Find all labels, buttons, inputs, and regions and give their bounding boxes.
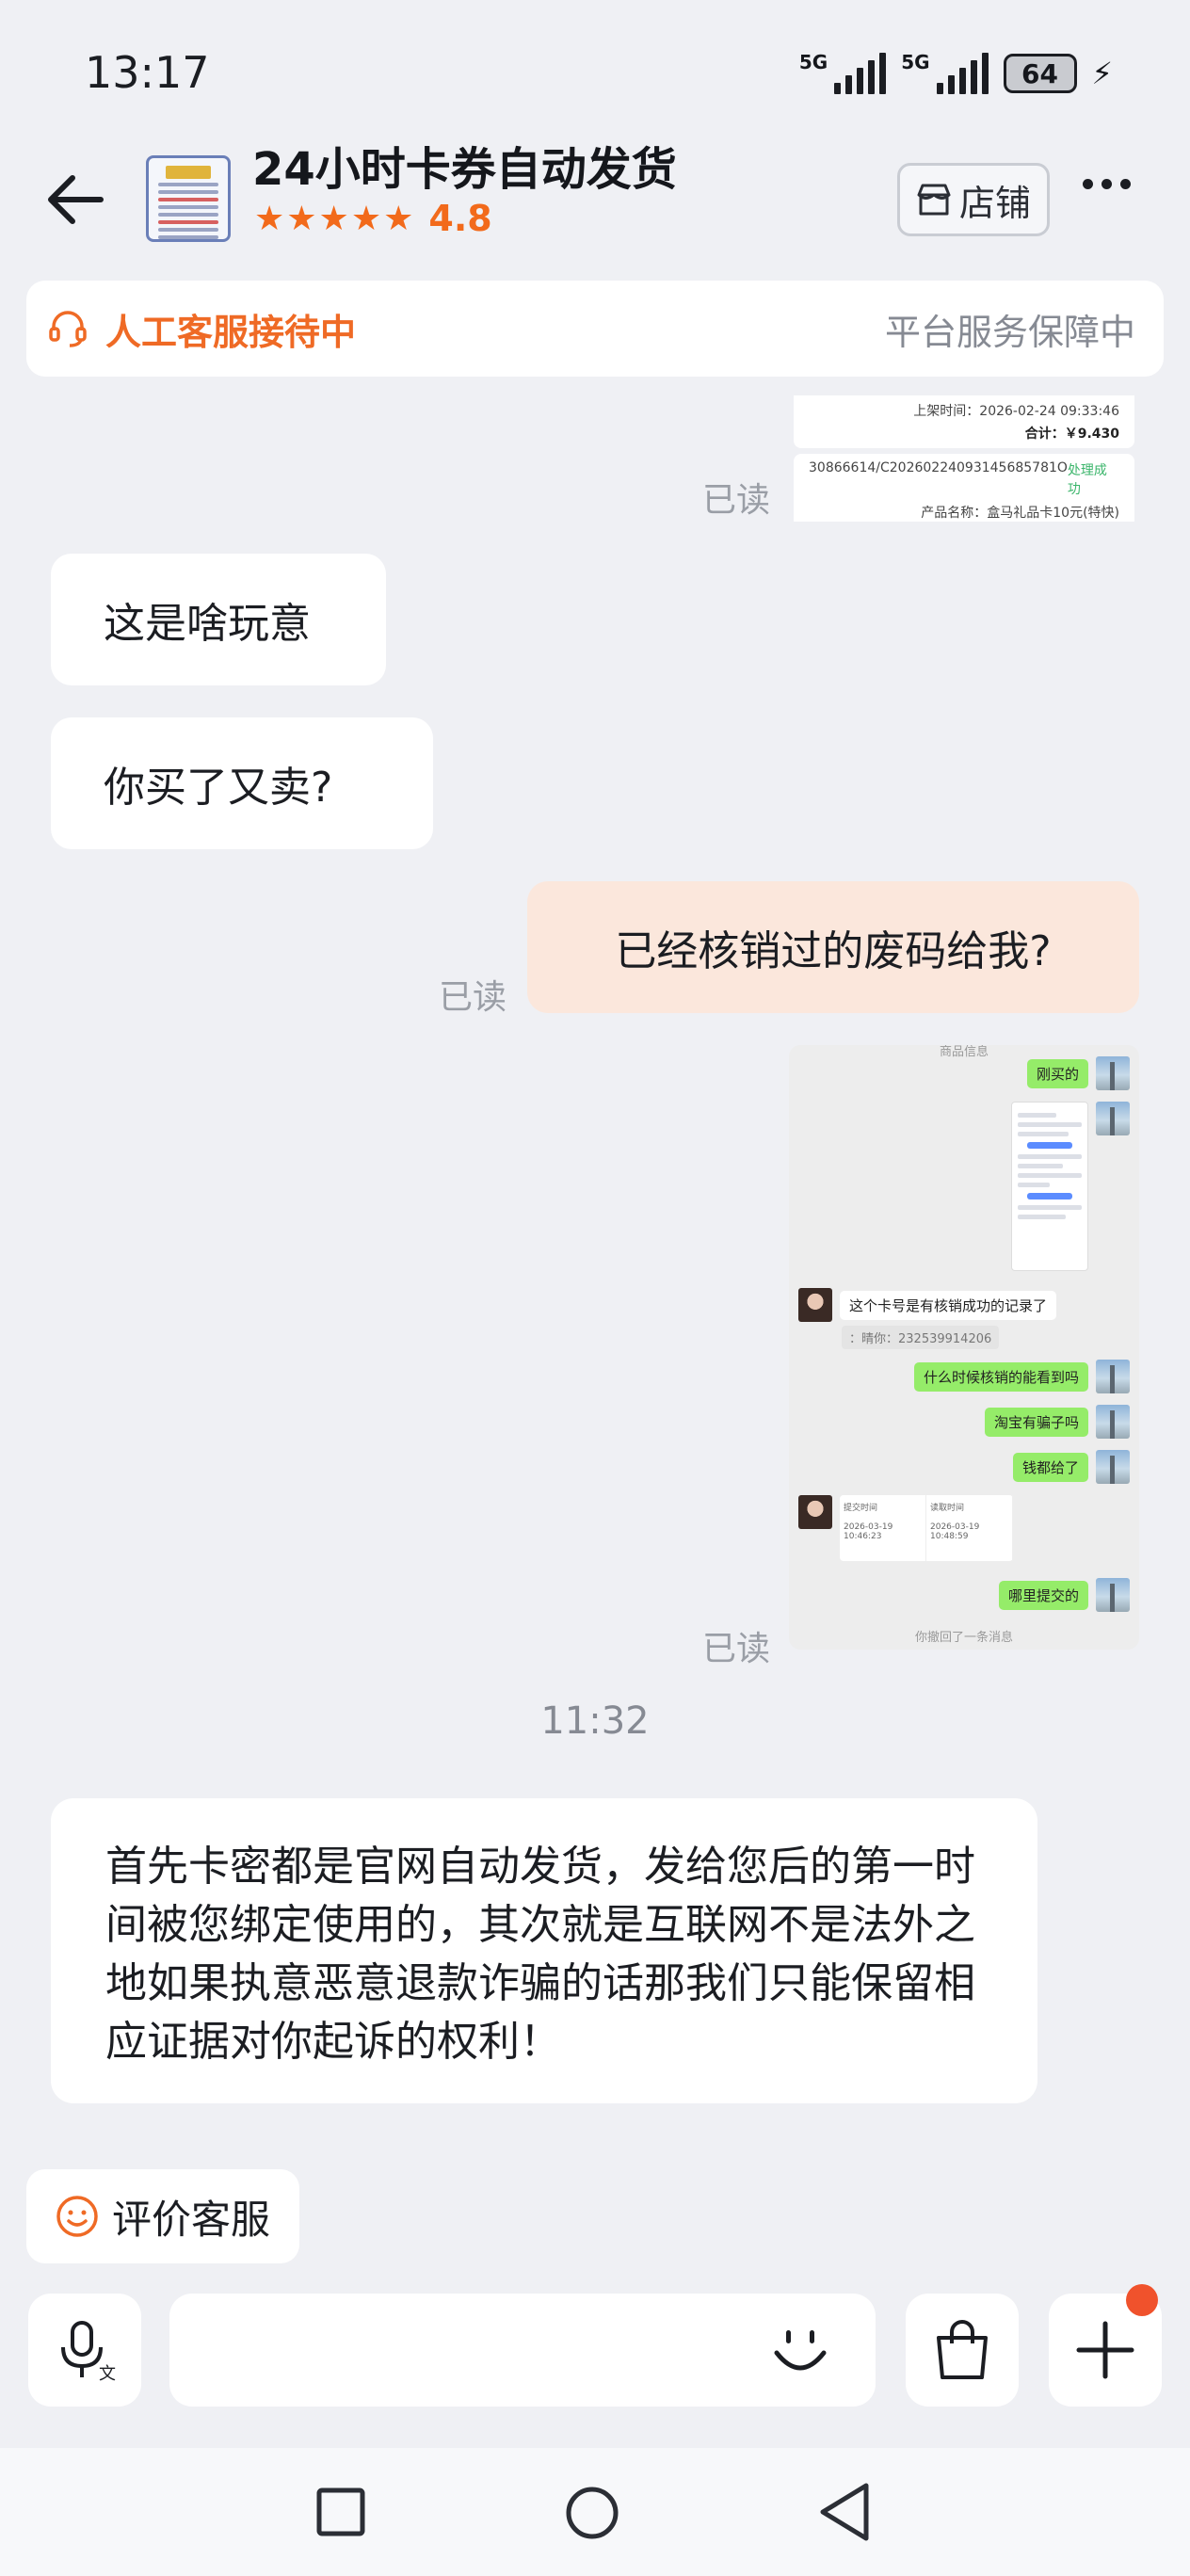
avatar xyxy=(1096,1450,1130,1484)
incoming-message[interactable]: 你买了又卖? xyxy=(51,717,433,849)
avatar xyxy=(1096,1102,1130,1135)
status-time: 13:17 xyxy=(85,47,210,98)
receipt-image-message[interactable]: 上架时间：2026-02-24 09:33:46 合计：￥9.430 30866… xyxy=(794,395,1134,522)
read-receipt: 已读 xyxy=(702,481,771,520)
shopping-bag-button[interactable] xyxy=(906,2294,1019,2407)
screenshot-bubble: 刚买的 xyxy=(1026,1058,1088,1088)
shop-name[interactable]: 24小时卡券自动发货 xyxy=(252,132,677,198)
store-icon xyxy=(917,184,951,216)
receipt-total: 合计：￥9.430 xyxy=(1024,427,1119,442)
svg-text:文: 文 xyxy=(99,2364,116,2383)
headset-icon xyxy=(49,311,87,347)
notification-dot xyxy=(1126,2284,1158,2316)
nav-back-icon[interactable] xyxy=(817,2482,872,2542)
smile-icon xyxy=(774,2330,827,2371)
read-receipt: 已读 xyxy=(702,1630,771,1668)
avatar xyxy=(1096,1056,1130,1090)
table-cell: 2026-03-19 10:48:59 xyxy=(930,1522,980,1541)
shopping-bag-icon xyxy=(937,2320,988,2379)
service-status-text: 人工客服接待中 xyxy=(105,311,357,353)
star-icons: ★★★★★ xyxy=(254,199,416,238)
recent-apps-icon[interactable] xyxy=(316,2487,365,2536)
screenshot-bubble: 这个卡号是有核销成功的记录了 xyxy=(840,1290,1057,1320)
incoming-message[interactable]: 这是啥玩意 xyxy=(51,554,386,685)
home-icon[interactable] xyxy=(565,2486,619,2540)
screenshot-bubble: 淘宝有骗子吗 xyxy=(984,1407,1088,1437)
receipt-product: 产品名称：盒马礼品卡10元(特快) xyxy=(921,506,1119,521)
screenshot-bubble: 哪里提交的 xyxy=(998,1580,1088,1610)
charging-icon: ⚡ xyxy=(1091,56,1113,91)
store-button-label: 店铺 xyxy=(958,182,1031,224)
avatar xyxy=(798,1495,832,1529)
receipt-status: 处理成功 xyxy=(1067,463,1107,497)
rate-service-button[interactable]: 评价客服 xyxy=(26,2169,299,2263)
screenshot-recall-notice: 你撤回了一条消息 xyxy=(914,1631,1013,1645)
network-label: 5G xyxy=(901,51,930,73)
microphone-icon: 文 xyxy=(61,2321,116,2383)
chat-screenshot-image[interactable]: 商品信息 刚买的 这个卡号是有核销成功的记录了 ：晴你：232539914206… xyxy=(789,1045,1139,1650)
receipt-shelf-time: 上架时间：2026-02-24 09:33:46 xyxy=(913,404,1119,419)
signal-icon: 5G xyxy=(798,51,887,94)
rating-score: 4.8 xyxy=(428,198,492,239)
avatar xyxy=(1096,1360,1130,1393)
table-header: 提交时间 xyxy=(844,1504,878,1513)
battery-icon: 64 xyxy=(1003,54,1077,93)
avatar xyxy=(798,1288,832,1322)
network-label: 5G xyxy=(798,51,828,73)
outgoing-message[interactable]: 已经核销过的废码给我? xyxy=(527,881,1139,1013)
receipt-order-number: 30866614/C20260224093145685781O xyxy=(809,460,1068,475)
message-timestamp: 11:32 xyxy=(540,1699,650,1743)
plus-icon xyxy=(1076,2321,1134,2379)
store-button[interactable]: 店铺 xyxy=(897,163,1050,236)
status-indicators: 5G 5G 64 ⚡ xyxy=(799,53,1113,94)
emoji-button[interactable] xyxy=(753,2303,847,2397)
rate-service-label: 评价客服 xyxy=(111,2196,270,2243)
shop-avatar[interactable] xyxy=(146,155,231,242)
screenshot-bubble: 什么时候核销的能看到吗 xyxy=(913,1361,1088,1392)
read-receipt: 已读 xyxy=(439,978,507,1017)
incoming-message[interactable]: 首先卡密都是官网自动发货，发给您后的第一时间被您绑定使用的，其次就是互联网不是法… xyxy=(51,1798,1037,2103)
more-options-icon[interactable] xyxy=(1083,179,1131,189)
table-cell: 2026-03-19 10:46:23 xyxy=(844,1522,893,1541)
voice-input-button[interactable]: 文 xyxy=(28,2294,141,2407)
service-status-bar: 人工客服接待中 平台服务保障中 xyxy=(26,281,1164,377)
avatar xyxy=(1096,1578,1130,1612)
platform-guarantee-link[interactable]: 平台服务保障中 xyxy=(885,303,1135,355)
screenshot-bubble: 钱都给了 xyxy=(1012,1452,1088,1482)
back-arrow-icon xyxy=(48,175,104,224)
table-header: 读取时间 xyxy=(930,1504,965,1513)
screenshot-quote: ：晴你：232539914206 xyxy=(842,1326,1000,1349)
shop-rating: ★★★★★ 4.8 xyxy=(254,198,492,239)
signal-icon: 5G xyxy=(901,51,989,94)
avatar xyxy=(1096,1405,1130,1439)
embedded-phone-image xyxy=(1011,1102,1088,1271)
screenshot-time-table: 提交时间 2026-03-19 10:46:23 读取时间 2026-03-19… xyxy=(840,1495,1013,1561)
back-button[interactable] xyxy=(38,162,113,237)
smiley-icon xyxy=(56,2196,98,2237)
